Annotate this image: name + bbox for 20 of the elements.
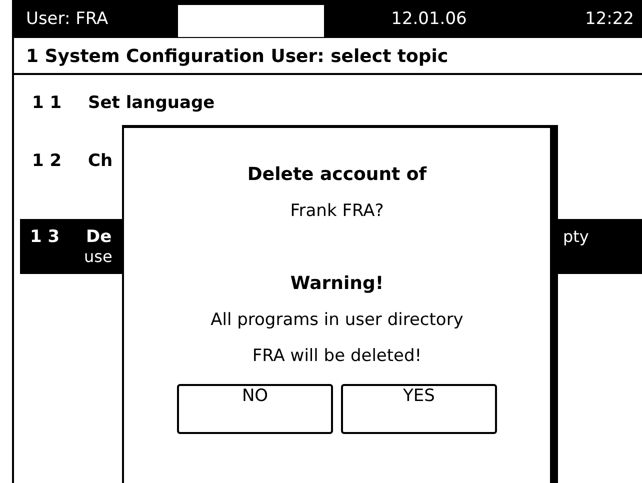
item-label: De bbox=[86, 227, 112, 247]
item-number: 1 2 bbox=[32, 151, 62, 171]
item-label: Ch bbox=[88, 151, 113, 171]
dialog-button[interactable]: NO bbox=[177, 384, 333, 434]
warning-text: All programs in user directory bbox=[210, 310, 464, 330]
item-label: pty bbox=[563, 227, 589, 247]
item-label: Set language bbox=[88, 93, 215, 113]
dialog-title: Delete account of bbox=[247, 164, 427, 185]
dialog-subject: Frank FRA? bbox=[290, 201, 384, 221]
warning-title: Warning! bbox=[290, 273, 384, 294]
date-label: 12.01.06 bbox=[390, 9, 468, 29]
warning-text: FRA will be deleted! bbox=[252, 346, 422, 366]
item-number: 1 1 bbox=[32, 93, 62, 113]
screen-title: 1 System Configuration User: select topic bbox=[14, 38, 642, 75]
user-label: User: FRA bbox=[25, 9, 110, 29]
item-number: 1 3 bbox=[30, 227, 60, 247]
time-label: 12:22 bbox=[584, 9, 635, 29]
menu-item[interactable]: 1 1 Set language bbox=[22, 89, 642, 117]
dialog-button[interactable]: YES bbox=[341, 384, 497, 434]
item-label: use bbox=[84, 247, 112, 266]
